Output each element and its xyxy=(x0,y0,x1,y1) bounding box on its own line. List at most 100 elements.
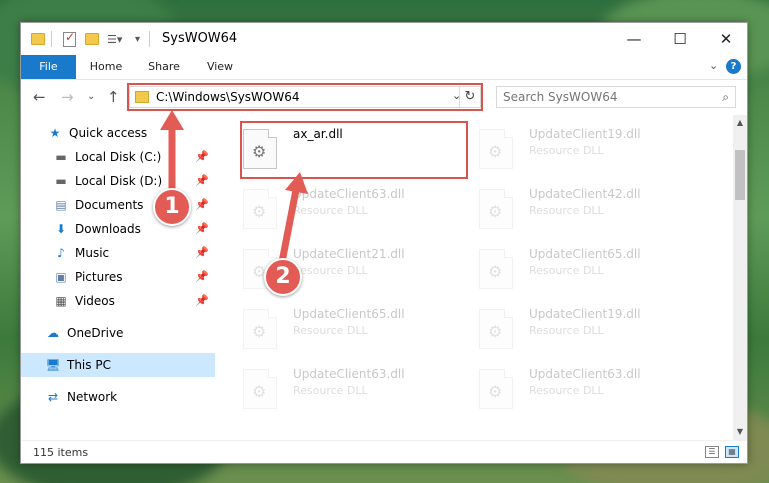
dll-file-icon: ⚙ xyxy=(243,309,277,349)
file-type: Resource DLL xyxy=(529,264,604,277)
music-icon: ♪ xyxy=(57,246,65,260)
sidebar-item-label: Network xyxy=(67,390,118,404)
file-item[interactable]: ⚙ UpdateClient21.dll Resource DLL xyxy=(225,241,435,293)
search-input[interactable] xyxy=(503,90,703,104)
close-button[interactable]: ✕ xyxy=(703,23,747,55)
item-count: 115 items xyxy=(33,446,89,459)
scroll-thumb[interactable] xyxy=(735,150,745,200)
large-icons-view-icon[interactable]: ▦ xyxy=(725,446,739,458)
gear-icon: ⚙ xyxy=(252,382,267,401)
file-item[interactable]: ⚙ UpdateClient19.dll Resource DLL xyxy=(461,121,671,173)
sidebar-item-label: Downloads xyxy=(75,222,141,236)
pin-icon[interactable]: 📌 xyxy=(195,174,209,187)
sidebar-item-label: OneDrive xyxy=(67,326,124,340)
file-type: Resource DLL xyxy=(529,144,604,157)
file-highlight xyxy=(240,121,468,179)
pin-icon[interactable]: 📌 xyxy=(195,294,209,307)
file-name: UpdateClient21.dll xyxy=(293,247,405,261)
up-arrow-icon[interactable]: ↑ xyxy=(107,88,120,106)
callout-1: 1 xyxy=(153,188,191,226)
tab-file[interactable]: File xyxy=(21,55,76,79)
file-name: UpdateClient63.dll xyxy=(529,367,641,381)
navigation-pane: ★ Quick access ▬ Local Disk (C:) 📌 ▬ Loc… xyxy=(21,115,215,438)
recent-locations-icon[interactable]: ⌄ xyxy=(87,91,95,102)
sidebar-item-local-disk-c[interactable]: ▬ Local Disk (C:) 📌 xyxy=(21,145,215,169)
gear-icon: ⚙ xyxy=(488,382,503,401)
sidebar-item-label: Local Disk (D:) xyxy=(75,174,163,188)
qa-sep xyxy=(51,30,52,48)
scroll-down-icon[interactable]: ▼ xyxy=(733,424,747,440)
file-item[interactable]: ⚙ UpdateClient42.dll Resource DLL xyxy=(461,181,671,233)
search-box[interactable]: ⌕ xyxy=(496,86,736,108)
ribbon-tabs: File Home Share View xyxy=(21,55,747,79)
minimize-button[interactable]: — xyxy=(611,23,657,55)
tab-home[interactable]: Home xyxy=(81,55,131,79)
vertical-scrollbar[interactable]: ▲ ▼ xyxy=(733,115,747,440)
dll-file-icon: ⚙ xyxy=(479,189,513,229)
gear-icon: ⚙ xyxy=(252,322,267,341)
search-icon[interactable]: ⌕ xyxy=(722,90,729,105)
expand-ribbon-icon[interactable]: ⌄ xyxy=(709,59,718,72)
file-type: Resource DLL xyxy=(293,204,368,217)
sidebar-item-pictures[interactable]: ▣ Pictures 📌 xyxy=(21,265,215,289)
sidebar-item-label: Documents xyxy=(75,198,144,212)
file-name: UpdateClient65.dll xyxy=(529,247,641,261)
chevron-down-icon[interactable]: ▾ xyxy=(135,30,140,48)
sidebar-item-videos[interactable]: ▦ Videos 📌 xyxy=(21,289,215,313)
network-icon: ⇄ xyxy=(47,390,59,404)
scroll-up-icon[interactable]: ▲ xyxy=(733,115,747,131)
sidebar-item-quick-access[interactable]: ★ Quick access xyxy=(21,121,215,145)
sidebar-item-onedrive[interactable]: ☁ OneDrive xyxy=(21,321,215,345)
file-type: Resource DLL xyxy=(529,204,604,217)
file-item[interactable]: ⚙ UpdateClient65.dll Resource DLL xyxy=(225,301,435,353)
file-item[interactable]: ⚙ UpdateClient19.dll Resource DLL xyxy=(461,301,671,353)
pin-icon[interactable]: 📌 xyxy=(195,150,209,163)
file-type: Resource DLL xyxy=(293,264,368,277)
new-folder-icon[interactable] xyxy=(85,30,99,48)
title-bar: ☰▾ ▾ SysWOW64 — ☐ ✕ xyxy=(21,23,747,55)
sidebar-item-this-pc[interactable]: 🖥 This PC xyxy=(21,353,215,377)
file-type: Resource DLL xyxy=(293,324,368,337)
pin-icon[interactable]: 📌 xyxy=(195,222,209,235)
sidebar-item-downloads[interactable]: ⬇ Downloads 📌 xyxy=(21,217,215,241)
back-arrow-icon[interactable]: ← xyxy=(33,88,46,106)
dll-file-icon: ⚙ xyxy=(479,249,513,289)
file-item[interactable]: ⚙ UpdateClient65.dll Resource DLL xyxy=(461,241,671,293)
dll-file-icon: ⚙ xyxy=(243,189,277,229)
gear-icon: ⚙ xyxy=(488,262,503,281)
sidebar-item-music[interactable]: ♪ Music 📌 xyxy=(21,241,215,265)
file-type: Resource DLL xyxy=(529,384,604,397)
forward-arrow-icon[interactable]: → xyxy=(61,88,74,106)
gear-icon: ⚙ xyxy=(488,322,503,341)
sidebar-item-label: This PC xyxy=(67,358,111,372)
file-item[interactable]: ⚙ UpdateClient63.dll Resource DLL xyxy=(225,361,435,413)
cloud-icon: ☁ xyxy=(47,326,59,340)
documents-icon: ▤ xyxy=(55,198,67,212)
file-type: Resource DLL xyxy=(293,384,368,397)
file-item[interactable]: ⚙ UpdateClient63.dll Resource DLL xyxy=(461,361,671,413)
pictures-icon: ▣ xyxy=(55,270,67,284)
sidebar-item-label: Music xyxy=(75,246,110,260)
tab-share[interactable]: Share xyxy=(139,55,189,79)
help-icon[interactable]: ? xyxy=(726,59,741,74)
pin-icon[interactable]: 📌 xyxy=(195,270,209,283)
pin-icon[interactable]: 📌 xyxy=(195,198,209,211)
file-name: UpdateClient42.dll xyxy=(529,187,641,201)
details-view-icon[interactable]: ☰ xyxy=(705,446,719,458)
sidebar-item-label: Local Disk (C:) xyxy=(75,150,162,164)
tab-view[interactable]: View xyxy=(195,55,245,79)
sidebar-item-local-disk-d[interactable]: ▬ Local Disk (D:) 📌 xyxy=(21,169,215,193)
pin-icon[interactable]: 📌 xyxy=(195,246,209,259)
dll-file-icon: ⚙ xyxy=(479,369,513,409)
file-type: Resource DLL xyxy=(529,324,604,337)
gear-icon: ⚙ xyxy=(488,202,503,221)
maximize-button[interactable]: ☐ xyxy=(657,23,703,55)
customize-toolbar-icon[interactable]: ☰▾ xyxy=(107,30,122,48)
file-item[interactable]: ⚙ UpdateClient63.dll Resource DLL xyxy=(225,181,435,233)
folder-icon[interactable] xyxy=(31,30,45,48)
callout-2: 2 xyxy=(264,258,302,296)
sidebar-item-network[interactable]: ⇄ Network xyxy=(21,385,215,409)
sidebar-item-label: Pictures xyxy=(75,270,123,284)
properties-icon[interactable] xyxy=(63,30,76,48)
download-icon: ⬇ xyxy=(55,222,67,236)
